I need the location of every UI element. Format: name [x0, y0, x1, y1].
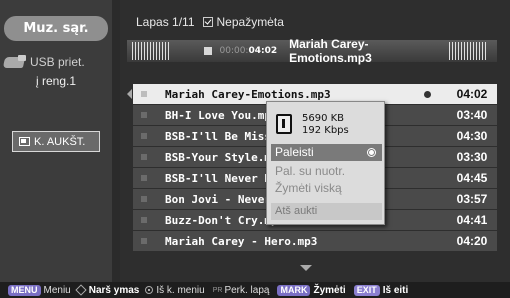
- row-marker-icon: [141, 91, 147, 97]
- playback-time: 00:00:04:02: [219, 46, 278, 56]
- mark-key[interactable]: MARK: [277, 284, 311, 296]
- now-playing-title: Mariah Carey-Emotions.mp3: [289, 37, 372, 65]
- track-name: Mariah Carey - Hero.mp3: [165, 234, 318, 248]
- equalizer-icon-right: [449, 42, 487, 60]
- file-bitrate: 192 Kbps: [302, 125, 349, 136]
- track-duration: 04:02: [456, 87, 488, 101]
- playing-icon: [424, 90, 431, 98]
- menu-play[interactable]: Paleisti: [271, 144, 382, 161]
- track-duration: 03:40: [456, 108, 488, 122]
- row-marker-icon: [141, 175, 147, 181]
- left-arrow-icon[interactable]: [127, 89, 132, 99]
- row-marker-icon: [141, 238, 147, 244]
- equalizer-icon: [132, 42, 170, 60]
- navigate-icon: [75, 284, 87, 296]
- track-duration: 03:30: [456, 150, 488, 164]
- copy-button[interactable]: K. AUKŠT.: [12, 131, 100, 152]
- row-marker-icon: [141, 217, 147, 223]
- usb-device-row[interactable]: USB priet.: [2, 52, 112, 72]
- row-marker-icon: [141, 196, 147, 202]
- menu-label: Meniu: [43, 284, 71, 296]
- track-duration: 04:45: [456, 171, 488, 185]
- options-popup: 5690 KB 192 Kbps Paleisti Pal. su nuotr.…: [266, 101, 385, 225]
- copy-icon: [19, 137, 30, 146]
- sidebar: Muz. sąr. USB priet. į reng.1 K. AUKŠT.: [0, 0, 112, 282]
- copy-button-label: K. AUKŠT.: [34, 135, 86, 148]
- exit-key[interactable]: EXIT: [353, 284, 380, 296]
- row-marker-icon: [141, 133, 147, 139]
- menu-key[interactable]: MENU: [8, 284, 41, 296]
- file-size: 5690 KB: [302, 113, 345, 124]
- track-duration: 03:57: [456, 192, 488, 206]
- mark-status: Nepažymėta: [216, 15, 284, 29]
- footer-bar: MENU Meniu Narš ymas Iš k. meniu PR Perk…: [0, 282, 510, 298]
- menu-play-with-photo[interactable]: Pal. su nuotr.: [271, 163, 382, 180]
- track-row[interactable]: Mariah Carey - Hero.mp3 04:20: [133, 231, 497, 251]
- ok-icon: [145, 286, 154, 294]
- usb-device-label: USB priet.: [30, 55, 85, 69]
- mark-label: Žymėti: [313, 284, 346, 296]
- now-playing-bar: 00:00:04:02 Mariah Carey-Emotions.mp3: [127, 37, 497, 65]
- radio-selected-icon: [367, 148, 376, 157]
- device-name: į reng.1: [36, 74, 77, 88]
- track-duration: 04:30: [456, 129, 488, 143]
- navigate-label: Narš ymas: [88, 284, 140, 296]
- menu-cancel[interactable]: Atš aukti: [271, 203, 382, 220]
- usb-icon: [2, 55, 26, 69]
- track-duration: 04:20: [456, 234, 488, 248]
- page-info: Lapas 1/11 Nepažymėta: [136, 15, 284, 29]
- checkbox-icon: [202, 17, 213, 27]
- menu-mark-all[interactable]: Žymėti viską: [271, 180, 382, 197]
- track-name: Mariah Carey-Emotions.mp3: [165, 87, 331, 101]
- row-marker-icon: [141, 154, 147, 160]
- track-duration: 04:41: [456, 213, 488, 227]
- ok-label: Iš k. meniu: [156, 284, 205, 296]
- exit-label: Iš eiti: [382, 284, 409, 296]
- row-marker-icon: [141, 112, 147, 118]
- file-info-icon: [276, 114, 292, 134]
- scroll-down-icon[interactable]: [300, 265, 312, 271]
- stop-icon: [203, 47, 212, 55]
- page-change-label: Perk. lapą: [224, 284, 270, 296]
- music-list-title: Muz. sąr.: [4, 16, 108, 41]
- pr-key[interactable]: PR: [213, 287, 223, 294]
- page-indicator: Lapas 1/11: [136, 15, 195, 29]
